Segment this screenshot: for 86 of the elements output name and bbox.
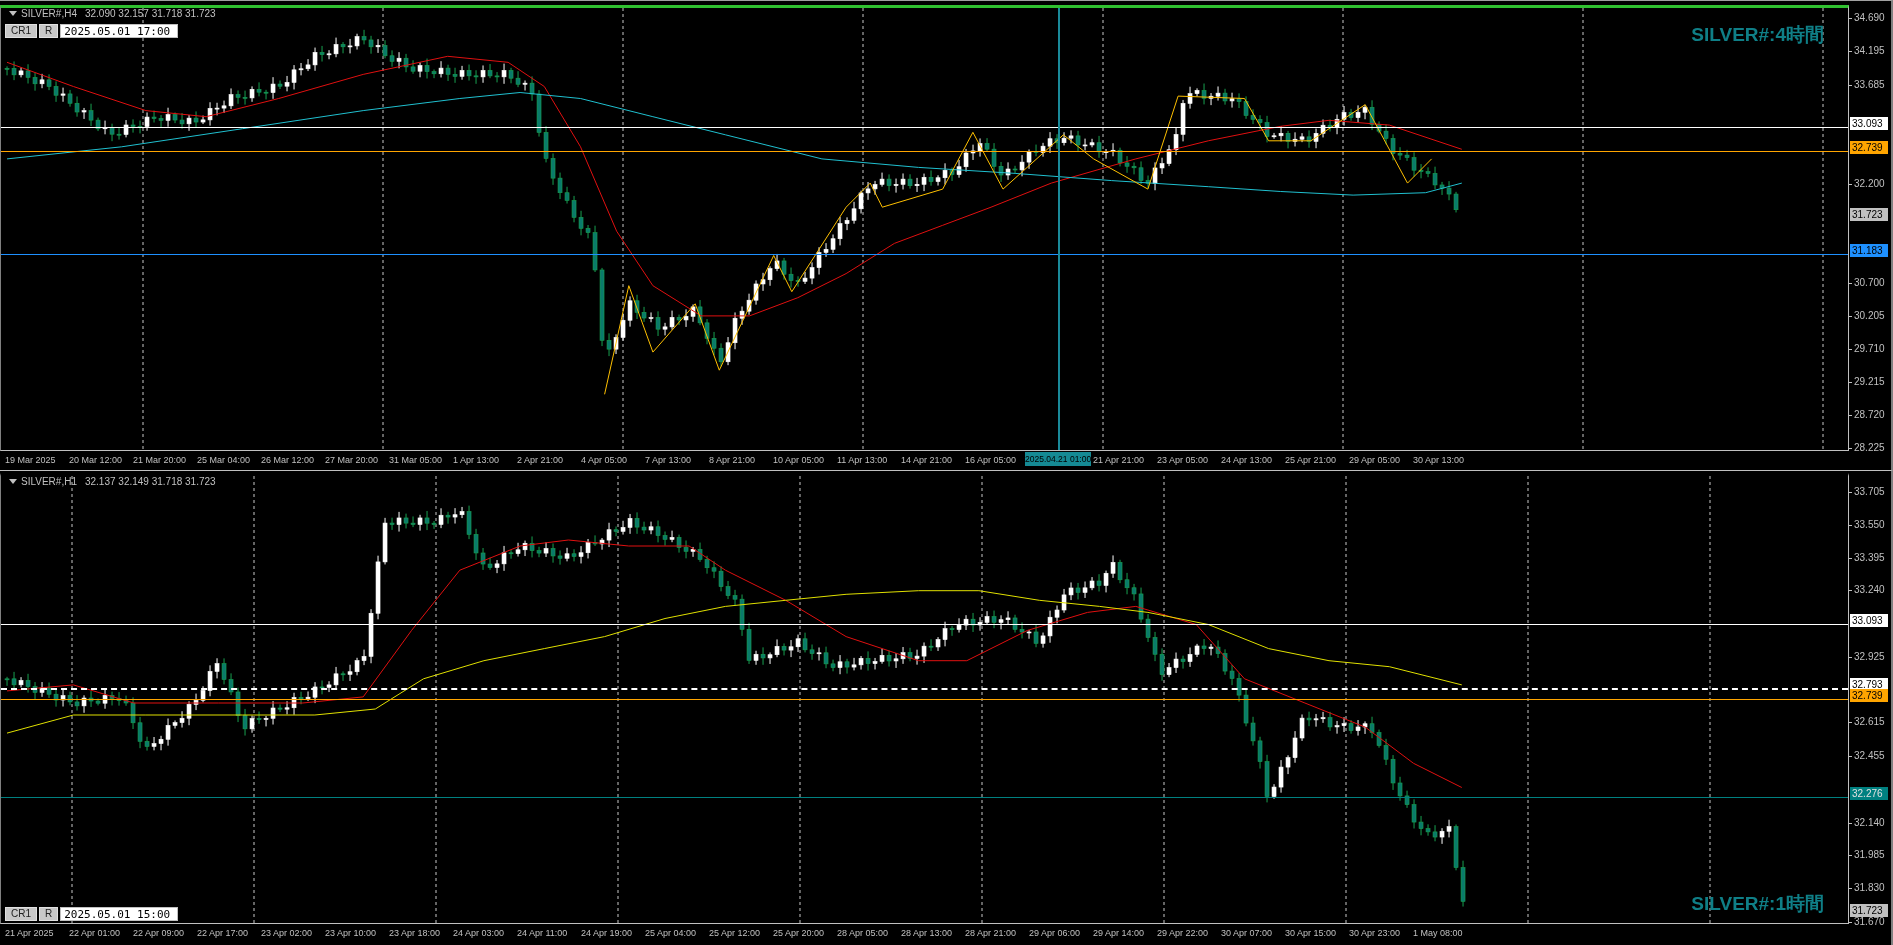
ohlc-values: 32.137 32.149 31.718 31.723: [84, 476, 216, 487]
time-tick-label: 29 Apr 14:00: [1093, 927, 1146, 939]
time-tick-label: 25 Apr 04:00: [645, 927, 698, 939]
time-tick-label: 19 Mar 2025: [5, 454, 57, 466]
time-tick-label: 14 Apr 21:00: [901, 454, 954, 466]
price-tag: 32.276: [1850, 786, 1888, 800]
time-tick-label: 23 Apr 10:00: [325, 927, 378, 939]
time-tick-label: 23 Apr 02:00: [261, 927, 314, 939]
toolbar-button[interactable]: R: [39, 907, 59, 921]
price-tick-label: 32.140: [1849, 816, 1885, 829]
price-tag: 31.723: [1850, 208, 1888, 222]
time-tick-label: 26 Mar 12:00: [261, 454, 316, 466]
time-tick-label: 30 Apr 23:00: [1349, 927, 1402, 939]
price-tick-label: 30.700: [1849, 277, 1885, 290]
price-tick-label: 31.830: [1849, 882, 1885, 895]
time-tick-label: 21 Apr 2025: [5, 927, 55, 939]
toolbar-button[interactable]: CR1: [5, 907, 37, 921]
price-tag: 31.723: [1850, 903, 1888, 917]
price-tick-label: 31.985: [1849, 849, 1885, 862]
price-tick-label: 33.550: [1849, 518, 1885, 531]
datetime-field[interactable]: 2025.05.01 17:00: [60, 24, 179, 38]
time-tick-label: 21 Mar 20:00: [133, 454, 188, 466]
chart-watermark: SILVER#:1時間: [1691, 892, 1824, 916]
time-tick-label: 23 Apr 05:00: [1157, 454, 1210, 466]
toolbar-button[interactable]: CR1: [5, 24, 37, 38]
toolbar-button[interactable]: R: [39, 24, 59, 38]
time-tick-label: 25 Apr 21:00: [1285, 454, 1338, 466]
crosshair-time-label: 2025.04.21 01:00: [1025, 452, 1091, 466]
time-tick-label: 30 Apr 07:00: [1221, 927, 1274, 939]
time-tick-label: 24 Apr 13:00: [1221, 454, 1274, 466]
ohlc-values: 32.090 32.157 31.718 31.723: [84, 8, 216, 19]
time-tick-label: 25 Apr 20:00: [773, 927, 826, 939]
price-tick-label: 33.395: [1849, 551, 1885, 564]
time-tick-label: 22 Apr 09:00: [133, 927, 186, 939]
price-tick-label: 34.690: [1849, 12, 1885, 24]
price-tick-label: 31.670: [1849, 916, 1885, 928]
time-tick-label: 24 Apr 03:00: [453, 927, 506, 939]
time-tick-label: 24 Apr 11:00: [517, 927, 569, 939]
time-tick-label: 4 Apr 05:00: [581, 454, 629, 466]
time-tick-label: 10 Apr 05:00: [773, 454, 826, 466]
price-tag: 33.093: [1850, 614, 1888, 628]
price-tag: 32.739: [1850, 140, 1888, 154]
time-tick-label: 22 Apr 01:00: [69, 927, 122, 939]
time-tick-label: 21 Apr 21:00: [1093, 454, 1146, 466]
chart-watermark: SILVER#:4時間: [1691, 23, 1824, 47]
time-tick-label: 8 Apr 21:00: [709, 454, 757, 466]
symbol-label: SILVER#,H4: [21, 8, 77, 19]
price-tick-label: 33.705: [1849, 486, 1885, 498]
time-tick-label: 29 Apr 22:00: [1157, 927, 1210, 939]
time-tick-label: 1 May 08:00: [1413, 927, 1464, 939]
time-tick-label: 24 Apr 19:00: [581, 927, 634, 939]
price-tick-label: 33.240: [1849, 584, 1885, 597]
price-tag: 33.093: [1850, 117, 1888, 131]
time-tick-label: 28 Apr 05:00: [837, 927, 890, 939]
price-tick-label: 32.615: [1849, 716, 1885, 729]
price-tick-label: 32.455: [1849, 750, 1885, 763]
time-tick-label: 30 Apr 15:00: [1285, 927, 1338, 939]
time-tick-label: 28 Apr 13:00: [901, 927, 954, 939]
price-tick-label: 28.720: [1849, 409, 1885, 422]
time-tick-label: 20 Mar 12:00: [69, 454, 124, 466]
time-tick-label: 11 Apr 13:00: [837, 454, 889, 466]
time-tick-label: 27 Mar 20:00: [325, 454, 380, 466]
price-tick-label: 33.685: [1849, 78, 1885, 91]
price-tick-label: 29.710: [1849, 343, 1885, 356]
time-tick-label: 31 Mar 05:00: [389, 454, 444, 466]
price-tick-label: 34.195: [1849, 44, 1885, 57]
time-tick-label: 29 Apr 06:00: [1029, 927, 1082, 939]
time-tick-label: 30 Apr 13:00: [1413, 454, 1466, 466]
time-tick-label: 2 Apr 21:00: [517, 454, 565, 466]
symbol-label: SILVER#,H1: [21, 476, 77, 487]
time-tick-label: 1 Apr 13:00: [453, 454, 501, 466]
price-tick-label: 28.225: [1849, 442, 1885, 454]
time-tick-label: 22 Apr 17:00: [197, 927, 250, 939]
price-tick-label: 29.215: [1849, 376, 1885, 389]
time-tick-label: 23 Apr 18:00: [389, 927, 442, 939]
price-tag: 31.183: [1850, 244, 1888, 258]
time-tick-label: 28 Apr 21:00: [965, 927, 1018, 939]
price-tick-label: 32.925: [1849, 650, 1885, 663]
time-tick-label: 29 Apr 05:00: [1349, 454, 1402, 466]
time-tick-label: 7 Apr 13:00: [645, 454, 693, 466]
time-tick-label: 25 Mar 04:00: [197, 454, 252, 466]
time-tick-label: 25 Apr 12:00: [709, 927, 762, 939]
price-tick-label: 32.200: [1849, 177, 1885, 190]
price-tick-label: 30.205: [1849, 310, 1885, 323]
price-tag: 32.739: [1850, 689, 1888, 703]
datetime-field[interactable]: 2025.05.01 15:00: [60, 907, 179, 921]
